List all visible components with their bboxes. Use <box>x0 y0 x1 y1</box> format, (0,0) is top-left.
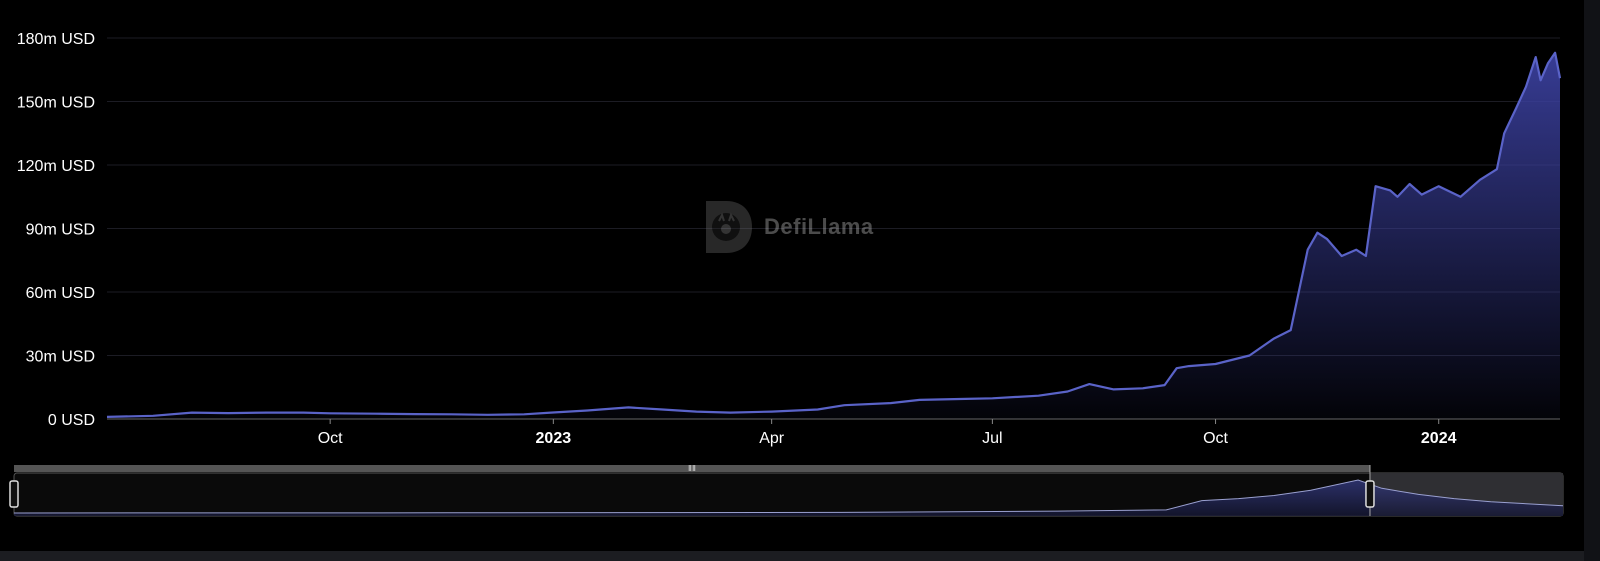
y-tick-label: 60m USD <box>26 285 95 302</box>
x-tick-label: 2023 <box>536 430 572 447</box>
chart-container: 0 USD 30m USD 60m USD 90m USD 120m USD 150m U… <box>0 0 1600 561</box>
x-tick-label: Oct <box>318 430 343 447</box>
y-tick-label: 30m USD <box>26 349 95 366</box>
y-tick-label: 90m USD <box>26 222 95 239</box>
zoom-handle-right[interactable] <box>1365 480 1375 508</box>
x-tick-label: 2024 <box>1421 430 1457 447</box>
bottom-bar <box>0 551 1600 561</box>
zoom-grip-icon: ⅡⅡ <box>688 465 696 473</box>
y-tick-label: 180m USD <box>17 31 95 48</box>
zoom-slider[interactable]: ⅡⅡ <box>0 465 1600 525</box>
x-tick-label: Jul <box>982 430 1002 447</box>
defillama-logo-icon <box>706 201 752 253</box>
y-tick-label: 120m USD <box>17 158 95 175</box>
y-tick-label: 150m USD <box>17 95 95 112</box>
watermark: DefiLlama <box>702 197 874 257</box>
x-tick-label: Oct <box>1203 430 1228 447</box>
x-tick-label: Apr <box>759 430 785 447</box>
scrollbar-track[interactable] <box>1584 0 1600 561</box>
y-tick-label: 0 USD <box>48 412 95 429</box>
zoom-handle-left[interactable] <box>9 480 19 508</box>
watermark-text: DefiLlama <box>764 214 874 239</box>
